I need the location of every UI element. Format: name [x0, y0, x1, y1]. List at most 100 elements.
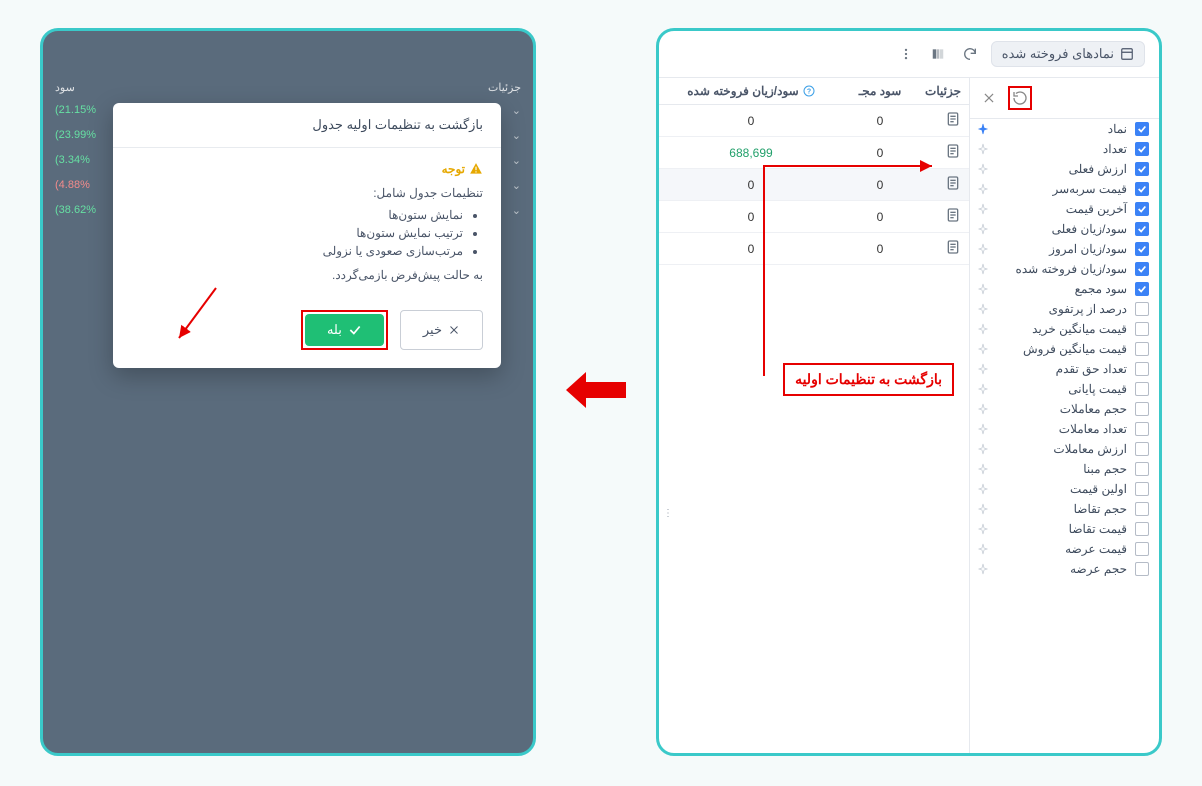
column-item[interactable]: تعداد — [970, 139, 1159, 159]
pin-icon[interactable] — [976, 482, 990, 496]
sold-pl-cell: 0 — [667, 178, 835, 192]
column-checkbox[interactable] — [1135, 142, 1149, 156]
column-checkbox[interactable] — [1135, 242, 1149, 256]
column-settings-panel: نماد تعداد ارزش فعلی قیمت سربه‌س — [969, 78, 1159, 754]
sold-pl-cell: 0 — [667, 114, 835, 128]
details-icon[interactable] — [925, 239, 961, 258]
column-label: ارزش فعلی — [1069, 162, 1127, 176]
column-checkbox[interactable] — [1135, 122, 1149, 136]
column-checkbox[interactable] — [1135, 422, 1149, 436]
details-icon[interactable] — [925, 111, 961, 130]
column-checkbox[interactable] — [1135, 562, 1149, 576]
column-checkbox[interactable] — [1135, 162, 1149, 176]
pin-icon[interactable] — [976, 442, 990, 456]
more-button[interactable] — [895, 43, 917, 65]
column-checkbox[interactable] — [1135, 262, 1149, 276]
pin-icon[interactable] — [976, 142, 990, 156]
column-checkbox[interactable] — [1135, 542, 1149, 556]
flow-arrow — [566, 370, 626, 410]
details-icon[interactable] — [925, 143, 961, 162]
details-icon[interactable] — [925, 207, 961, 226]
column-label: آخرین قیمت — [1066, 202, 1127, 216]
pin-icon[interactable] — [976, 342, 990, 356]
column-checkbox[interactable] — [1135, 442, 1149, 456]
pin-icon[interactable] — [976, 562, 990, 576]
pin-icon[interactable] — [976, 382, 990, 396]
pin-icon[interactable] — [976, 542, 990, 556]
pin-icon[interactable] — [976, 162, 990, 176]
refresh-button[interactable] — [959, 43, 981, 65]
column-checkbox[interactable] — [1135, 302, 1149, 316]
close-settings-button[interactable] — [980, 89, 998, 107]
pin-icon[interactable] — [976, 262, 990, 276]
topbar: نمادهای فروخته شده — [659, 31, 1159, 78]
column-checkbox[interactable] — [1135, 402, 1149, 416]
column-item[interactable]: حجم معاملات — [970, 399, 1159, 419]
help-icon[interactable]: ? — [803, 85, 815, 97]
pin-icon[interactable] — [976, 242, 990, 256]
symbols-sold-chip[interactable]: نمادهای فروخته شده — [991, 41, 1145, 67]
column-checkbox[interactable] — [1135, 222, 1149, 236]
pin-icon[interactable] — [976, 122, 990, 136]
drag-handle-icon[interactable]: ⋮⋮ — [659, 508, 673, 519]
yes-button[interactable]: بله — [305, 314, 384, 346]
column-item[interactable]: نماد — [970, 119, 1159, 139]
column-item[interactable]: قیمت پایانی — [970, 379, 1159, 399]
profit-cell: 0 — [835, 178, 925, 192]
column-item[interactable]: قیمت میانگین خرید — [970, 319, 1159, 339]
pin-icon[interactable] — [976, 282, 990, 296]
column-checkbox[interactable] — [1135, 502, 1149, 516]
pin-icon[interactable] — [976, 522, 990, 536]
column-label: تعداد — [1103, 142, 1127, 156]
column-checkbox[interactable] — [1135, 182, 1149, 196]
pin-icon[interactable] — [976, 462, 990, 476]
column-item[interactable]: قیمت سربه‌سر — [970, 179, 1159, 199]
column-item[interactable]: تعداد حق تقدم — [970, 359, 1159, 379]
warning-heading: توجه — [131, 162, 483, 176]
profit-cell: 0 — [835, 114, 925, 128]
column-item[interactable]: قیمت تقاضا — [970, 519, 1159, 539]
table-row: 0 0 — [659, 105, 969, 137]
column-checkbox[interactable] — [1135, 282, 1149, 296]
pin-icon[interactable] — [976, 362, 990, 376]
table-row: 0 688,699 — [659, 137, 969, 169]
column-item[interactable]: قیمت عرضه — [970, 539, 1159, 559]
column-checkbox[interactable] — [1135, 482, 1149, 496]
column-label: سود/زیان امروز — [1049, 242, 1127, 256]
column-item[interactable]: اولین قیمت — [970, 479, 1159, 499]
column-item[interactable]: قیمت میانگین فروش — [970, 339, 1159, 359]
column-checkbox[interactable] — [1135, 462, 1149, 476]
pin-icon[interactable] — [976, 302, 990, 316]
columns-button[interactable] — [927, 43, 949, 65]
column-item[interactable]: آخرین قیمت — [970, 199, 1159, 219]
reset-settings-button[interactable] — [1011, 89, 1029, 107]
column-item[interactable]: حجم عرضه — [970, 559, 1159, 579]
column-checkbox[interactable] — [1135, 202, 1149, 216]
no-button[interactable]: خیر — [400, 310, 483, 350]
column-checkbox[interactable] — [1135, 322, 1149, 336]
pin-icon[interactable] — [976, 222, 990, 236]
refresh-icon — [962, 46, 978, 62]
pin-icon[interactable] — [976, 182, 990, 196]
details-icon[interactable] — [925, 175, 961, 194]
column-item[interactable]: ارزش معاملات — [970, 439, 1159, 459]
pin-icon[interactable] — [976, 502, 990, 516]
pin-icon[interactable] — [976, 202, 990, 216]
column-item[interactable]: تعداد معاملات — [970, 419, 1159, 439]
column-item[interactable]: سود/زیان امروز — [970, 239, 1159, 259]
column-item[interactable]: حجم مبنا — [970, 459, 1159, 479]
column-checkbox[interactable] — [1135, 362, 1149, 376]
pin-icon[interactable] — [976, 322, 990, 336]
column-checkbox[interactable] — [1135, 342, 1149, 356]
column-checkbox[interactable] — [1135, 382, 1149, 396]
column-item[interactable]: ارزش فعلی — [970, 159, 1159, 179]
column-item[interactable]: سود/زیان فعلی — [970, 219, 1159, 239]
column-label: اولین قیمت — [1070, 482, 1127, 496]
column-item[interactable]: حجم تقاضا — [970, 499, 1159, 519]
pin-icon[interactable] — [976, 402, 990, 416]
column-item[interactable]: سود مجمع — [970, 279, 1159, 299]
column-item[interactable]: درصد از پرتفوی — [970, 299, 1159, 319]
pin-icon[interactable] — [976, 422, 990, 436]
column-item[interactable]: سود/زیان فروخته شده — [970, 259, 1159, 279]
column-checkbox[interactable] — [1135, 522, 1149, 536]
